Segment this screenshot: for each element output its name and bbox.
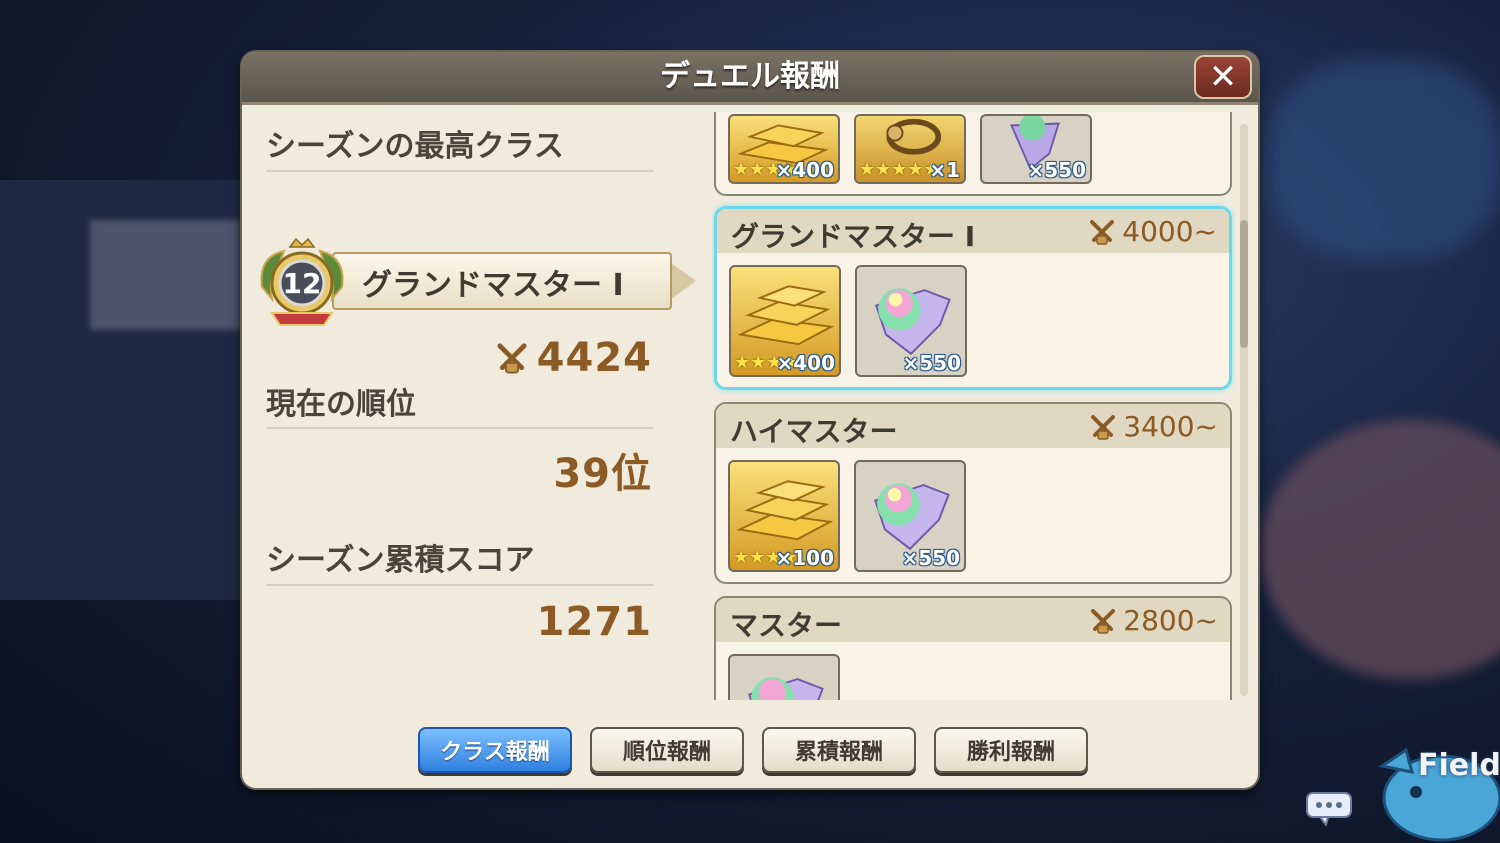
crossed-swords-icon [1091, 608, 1116, 634]
reward-item[interactable]: ★★★★ ×400 [729, 265, 841, 377]
card-score: 3400~ [1089, 410, 1218, 443]
reward-card-partial: ★★★★ ×400 ★★★★★ ×1 ×550 [714, 112, 1232, 196]
season-best-label: シーズンの最高クラス [266, 129, 564, 164]
close-button[interactable]: ✕ [1194, 55, 1252, 99]
scrollbar-track[interactable] [1240, 124, 1248, 696]
background-floor [1260, 420, 1500, 680]
scrollbar-thumb[interactable] [1240, 220, 1248, 348]
reward-item[interactable]: ×550 [980, 114, 1092, 184]
rainbow-gem-icon [748, 677, 824, 700]
tab-victory-reward[interactable]: 勝利報酬 [934, 727, 1088, 773]
reward-item[interactable]: ★★★★★ ×1 [854, 114, 966, 184]
season-score-label: シーズン累積スコア [266, 543, 535, 578]
field-label: Field [1418, 748, 1500, 783]
reward-item[interactable] [728, 654, 840, 700]
background-sign [90, 220, 240, 330]
season-score-value: 1271 [536, 599, 652, 645]
reward-list[interactable]: ★★★★ ×400 ★★★★★ ×1 ×550 グランドマスター Ⅰ 4000~… [712, 112, 1236, 700]
divider [266, 427, 654, 429]
season-summary-panel: シーズンの最高クラス グランドマスター Ⅰ 12 4424 現在の順位 39位 … [242, 107, 696, 707]
card-title: グランドマスター Ⅰ [731, 220, 976, 253]
close-icon: ✕ [1208, 57, 1238, 97]
item-quantity: ×550 [902, 351, 961, 375]
card-title: ハイマスター [730, 415, 898, 448]
current-rank-value: 39位 [553, 451, 652, 497]
card-score: 2800~ [1089, 604, 1218, 637]
item-stars: ★★★★★ [859, 159, 940, 180]
reward-item[interactable]: ★★★★ ×400 [728, 114, 840, 184]
item-quantity: ×100 [775, 546, 834, 570]
item-quantity: ×400 [775, 158, 834, 182]
tab-rank-reward[interactable]: 順位報酬 [590, 727, 744, 773]
best-score-value: 4424 [536, 335, 652, 381]
item-quantity: ×550 [901, 546, 960, 570]
reward-item[interactable]: ×550 [854, 460, 966, 572]
item-quantity: ×400 [776, 351, 835, 375]
card-score-value: 4000~ [1122, 215, 1217, 248]
tab-class-reward[interactable]: クラス報酬 [418, 727, 572, 773]
background-light [1270, 60, 1500, 260]
divider [266, 584, 654, 586]
rank-name: グランドマスター Ⅰ [362, 268, 624, 303]
crossed-swords-icon [497, 343, 527, 374]
card-title: マスター [730, 609, 843, 642]
reward-item[interactable]: ×550 [855, 265, 967, 377]
crossed-swords-icon [1091, 414, 1116, 440]
divider [266, 170, 654, 172]
reward-item[interactable]: ★★★★ ×100 [728, 460, 840, 572]
reward-card-grandmaster[interactable]: グランドマスター Ⅰ 4000~ ★★★★ ×400 ×550 [714, 206, 1232, 390]
dialog-title: デュエル報酬 [660, 59, 840, 94]
item-quantity: ×1 [929, 158, 960, 182]
item-quantity: ×550 [1027, 158, 1086, 182]
chat-icon[interactable] [1306, 792, 1352, 826]
reward-card-highmaster[interactable]: ハイマスター 3400~ ★★★★ ×100 ×550 [714, 402, 1232, 584]
card-score: 4000~ [1088, 215, 1217, 248]
crossed-swords-icon [1090, 219, 1115, 245]
rank-medal-icon: 12 [260, 237, 344, 326]
card-score-value: 3400~ [1123, 410, 1218, 443]
tab-cumulative-reward[interactable]: 累積報酬 [762, 727, 916, 773]
rank-number: 12 [283, 267, 322, 300]
duel-reward-dialog: デュエル報酬 ✕ シーズンの最高クラス グランドマスター Ⅰ 12 4424 現… [242, 52, 1258, 788]
current-rank-label: 現在の順位 [266, 387, 416, 422]
best-score-row: 4424 [495, 335, 652, 381]
card-score-value: 2800~ [1123, 604, 1218, 637]
reward-card-master[interactable]: マスター 2800~ [714, 596, 1232, 700]
